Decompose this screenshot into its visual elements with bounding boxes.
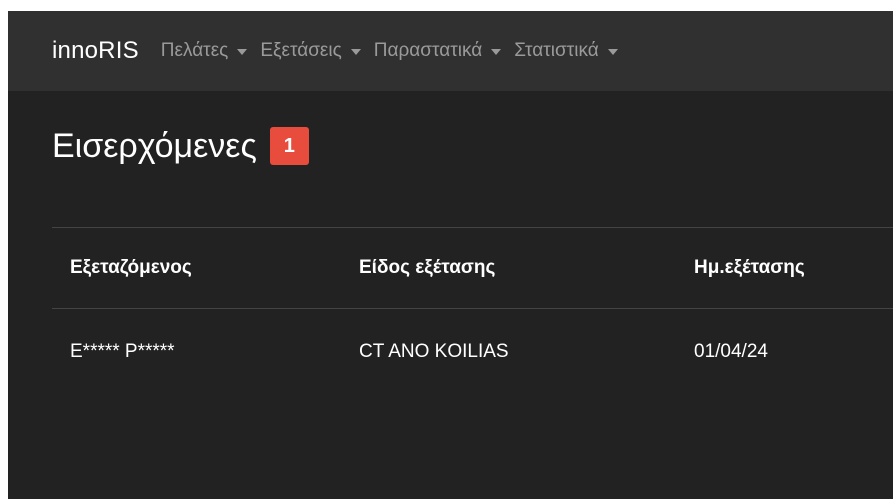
caret-down-icon [350,48,361,55]
app-window: innoRIS Πελάτες Εξετάσεις Παραστατικά Στ… [8,11,893,499]
caret-down-icon [491,48,502,55]
table-header: Εξεταζόμενος Είδος εξέτασης Ημ.εξέτασης [52,228,893,309]
nav-item-label: Παραστατικά [373,40,483,61]
nav-item-exams[interactable]: Εξετάσεις [260,40,361,62]
nav-item-label: Πελάτες [160,40,229,61]
cell-exam-type: CT ANO KOILIAS [359,341,509,362]
caret-down-icon [237,48,248,55]
nav-item-label: Εξετάσεις [260,40,342,61]
nav-item-documents[interactable]: Παραστατικά [373,40,502,62]
column-header-patient[interactable]: Εξεταζόμενος [52,257,341,279]
page-title: Εισερχόμενες [52,127,257,165]
nav-item-label: Στατιστικά [514,40,599,61]
top-navbar: innoRIS Πελάτες Εξετάσεις Παραστατικά Στ… [8,11,893,91]
page-heading: Εισερχόμενες 1 [52,127,893,165]
caret-down-icon [607,48,618,55]
incoming-table: Εξεταζόμενος Είδος εξέτασης Ημ.εξέτασης … [52,227,893,395]
cell-exam-date: 01/04/24 [694,341,768,362]
table-row[interactable]: E***** P***** CT ANO KOILIAS 01/04/24 [52,309,893,395]
column-header-exam-date[interactable]: Ημ.εξέτασης [676,257,893,279]
brand-logo[interactable]: innoRIS [52,37,139,65]
column-header-exam-type[interactable]: Είδος εξέτασης [341,257,676,279]
count-badge: 1 [269,127,309,165]
nav-item-customers[interactable]: Πελάτες [161,40,248,62]
cell-patient: E***** P***** [70,341,175,362]
nav-item-statistics[interactable]: Στατιστικά [514,40,618,62]
